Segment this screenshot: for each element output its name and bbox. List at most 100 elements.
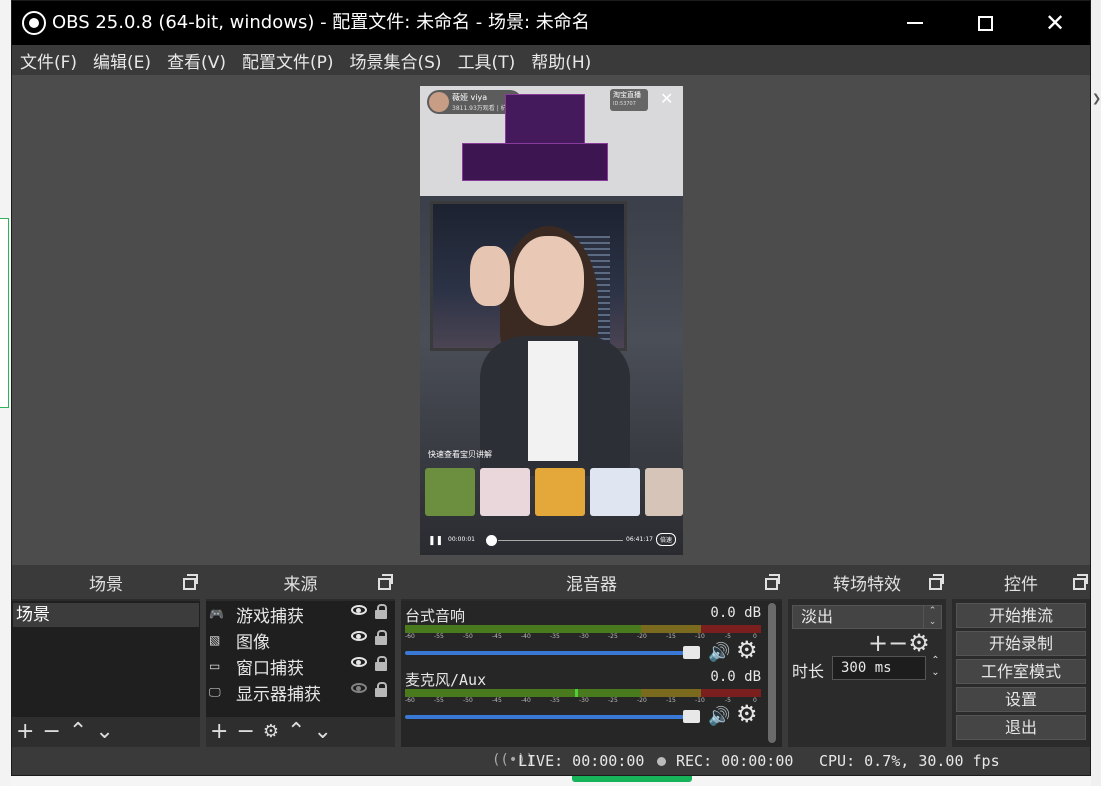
lock-icon[interactable] (375, 682, 387, 697)
menu-file[interactable]: 文件(F) (20, 48, 77, 73)
gear-icon[interactable]: ⚙ (263, 721, 279, 743)
speaker-icon[interactable]: 🔊 (708, 642, 730, 663)
studio-mode-button[interactable]: 工作室模式 (956, 659, 1086, 684)
move-down-icon[interactable]: ⌄ (313, 721, 331, 743)
monitor-icon: 🖵 (209, 685, 221, 699)
video-host (470, 226, 630, 476)
product-thumbnail (425, 468, 475, 516)
mixer-body: 台式音响 0.0 dB -60 -55 -50 -45 -40 -35 -30 … (401, 601, 782, 747)
remove-icon[interactable]: − (236, 721, 254, 743)
scenes-title: 场景 (12, 571, 200, 599)
source-item[interactable]: 🎮 游戏捕获 (206, 601, 395, 627)
source-item[interactable]: ▭ 窗口捕获 (206, 653, 395, 679)
live-status: LIVE: 00:00:00 (518, 752, 645, 770)
close-button[interactable]: ✕ (1032, 1, 1078, 45)
video-progress: ❚❚ 00:00:01 06:41:17 倍速 (428, 532, 683, 548)
volume-slider-handle[interactable] (683, 646, 700, 659)
window-icon: ▭ (209, 659, 221, 673)
float-dock-icon[interactable] (183, 574, 198, 590)
transition-selected: 淡出 (801, 607, 834, 626)
lock-icon[interactable] (375, 630, 387, 645)
gamepad-icon: 🎮 (209, 607, 224, 621)
move-up-icon[interactable]: ⌃ (287, 721, 305, 743)
gear-icon[interactable]: ⚙ (736, 638, 758, 662)
background-window-bottom (11, 776, 1091, 786)
menu-profile[interactable]: 配置文件(P) (242, 48, 334, 73)
volume-slider[interactable] (405, 651, 695, 655)
preview-area[interactable]: 薇娅 viya 3811.93万观看 | 杭州 淘宝直播 ID:53707 ✕ … (12, 75, 1090, 565)
minimize-icon (907, 22, 923, 24)
maximize-button[interactable] (962, 1, 1008, 45)
float-dock-icon[interactable] (929, 574, 944, 590)
start-streaming-button[interactable]: 开始推流 (956, 603, 1086, 628)
add-icon[interactable]: + (868, 629, 888, 657)
speaker-icon[interactable]: 🔊 (708, 706, 730, 727)
controls-body: 开始推流 开始录制 工作室模式 设置 退出 (952, 601, 1090, 747)
promo-products (462, 143, 608, 181)
record-icon (657, 757, 666, 766)
video-preview[interactable]: 薇娅 viya 3811.93万观看 | 杭州 淘宝直播 ID:53707 ✕ … (420, 86, 683, 555)
start-recording-button[interactable]: 开始录制 (956, 631, 1086, 656)
scene-item[interactable]: 场景 (13, 603, 199, 627)
title-bar: OBS 25.0.8 (64-bit, windows) - 配置文件: 未命名… (12, 1, 1090, 45)
source-label: 窗口捕获 (236, 659, 304, 679)
volume-meter (405, 689, 761, 697)
video-host-shirt (528, 341, 578, 461)
background-window-left (0, 0, 11, 786)
platform-badge-id: ID:53707 (613, 101, 636, 107)
rec-status: REC: 00:00:00 (676, 752, 794, 770)
remove-icon[interactable]: − (888, 629, 908, 657)
eye-icon[interactable] (351, 657, 367, 667)
gear-icon[interactable]: ⚙ (908, 629, 930, 657)
lock-icon[interactable] (375, 604, 387, 619)
background-green-button (572, 776, 692, 782)
duration-spinner[interactable]: ⌃ ⌄ (928, 655, 943, 681)
product-thumbnails (425, 468, 683, 518)
image-icon: ▧ (209, 633, 221, 647)
quick-view-label: 快速查看宝贝讲解 (428, 450, 492, 459)
lock-icon[interactable] (375, 656, 387, 671)
minimize-button[interactable] (892, 1, 938, 45)
mixer-scrollbar[interactable] (768, 603, 776, 743)
channel-name: 麦克风/Aux (405, 671, 487, 689)
background-highlight (0, 218, 9, 408)
duration-input[interactable]: 300 ms (832, 656, 926, 680)
volume-slider[interactable] (405, 715, 695, 719)
obs-window: OBS 25.0.8 (64-bit, windows) - 配置文件: 未命名… (11, 0, 1091, 776)
add-icon[interactable]: + (210, 721, 228, 743)
move-down-icon[interactable]: ⌄ (95, 721, 113, 743)
menu-tools[interactable]: 工具(T) (458, 48, 516, 73)
source-item[interactable]: ▧ 图像 (206, 627, 395, 653)
scenes-dock: 场景 场景 + − ⌃ ⌄ (12, 571, 200, 747)
scenes-toolbar: + − ⌃ ⌄ (12, 717, 200, 747)
sources-list: 🎮 游戏捕获 ▧ 图像 ▭ 窗口捕获 🖵 显示器捕获 (206, 601, 395, 717)
progress-track (498, 540, 623, 541)
eye-hidden-icon[interactable] (351, 683, 367, 693)
float-dock-icon[interactable] (765, 574, 780, 590)
product-thumbnail (590, 468, 640, 516)
controls-dock: 控件 开始推流 开始录制 工作室模式 设置 退出 (952, 571, 1090, 747)
progress-handle (486, 535, 497, 546)
eye-icon[interactable] (351, 605, 367, 615)
move-up-icon[interactable]: ⌃ (69, 721, 87, 743)
menu-help[interactable]: 帮助(H) (531, 48, 591, 73)
platform-badge: 淘宝直播 ID:53707 (610, 89, 648, 111)
remove-icon[interactable]: − (42, 721, 60, 743)
settings-button[interactable]: 设置 (956, 687, 1086, 712)
exit-button[interactable]: 退出 (956, 715, 1086, 740)
source-item[interactable]: 🖵 显示器捕获 (206, 679, 395, 705)
menu-scene-collection[interactable]: 场景集合(S) (350, 48, 442, 73)
add-icon[interactable]: + (16, 721, 34, 743)
close-icon: ✕ (1044, 9, 1066, 37)
float-dock-icon[interactable] (1073, 574, 1088, 590)
chevron-right-icon: ❯ (1092, 92, 1101, 105)
gear-icon[interactable]: ⚙ (736, 702, 758, 726)
volume-meter (405, 625, 761, 633)
transition-select[interactable]: 淡出 ⌃ ⌄ (792, 605, 942, 629)
volume-slider-handle[interactable] (683, 710, 700, 723)
float-dock-icon[interactable] (378, 574, 393, 590)
chevron-updown-icon: ⌃ ⌄ (923, 606, 941, 628)
menu-view[interactable]: 查看(V) (167, 48, 226, 73)
eye-icon[interactable] (351, 631, 367, 641)
menu-edit[interactable]: 编辑(E) (93, 48, 151, 73)
